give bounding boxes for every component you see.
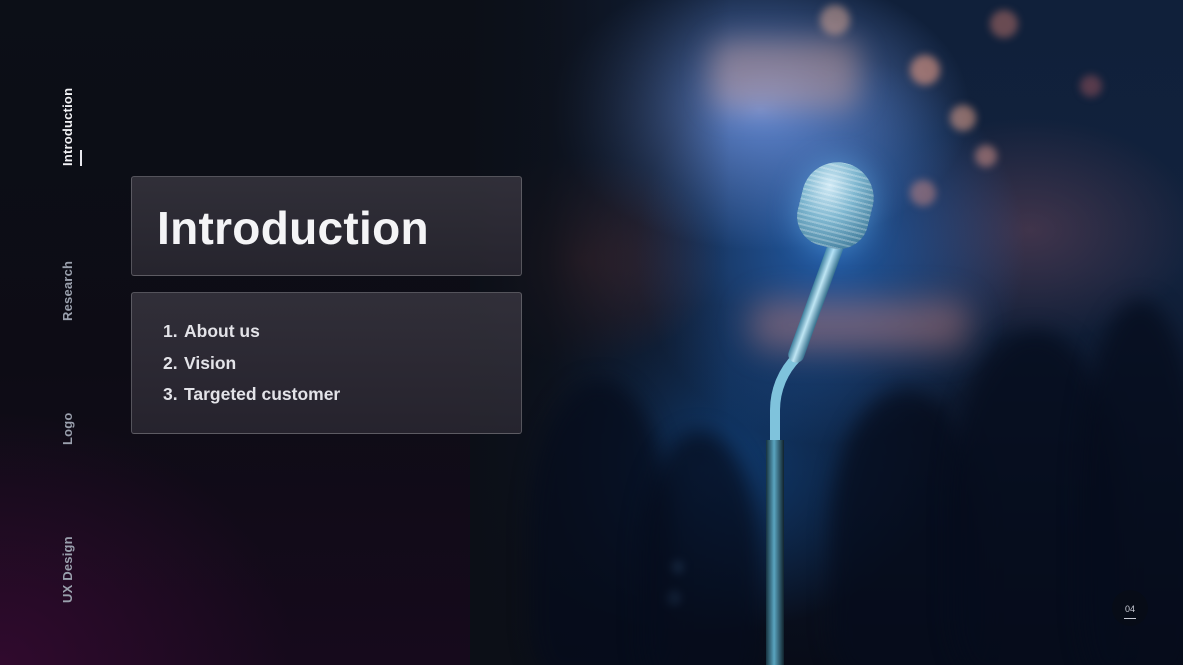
nav-item-ux-design[interactable]: UX Design <box>60 536 75 603</box>
nav-item-introduction[interactable]: Introduction <box>60 88 75 166</box>
presentation-slide: Introduction Research Logo UX Design Int… <box>0 0 1183 665</box>
list-item: 1. About us <box>163 319 340 351</box>
concert-microphone-photo <box>470 0 1183 665</box>
microphone-icon <box>790 154 882 256</box>
stage-light <box>820 5 850 35</box>
crowd-silhouette <box>640 430 760 665</box>
list-item-number: 1. <box>163 321 178 341</box>
nav-item-logo[interactable]: Logo <box>60 412 75 445</box>
active-nav-indicator <box>80 150 82 166</box>
mic-stand-pole <box>766 440 784 665</box>
stage-light <box>910 180 936 206</box>
list-item: 3. Targeted customer <box>163 382 340 414</box>
list-item-text: Vision <box>184 352 237 373</box>
stage-light <box>975 145 997 167</box>
title-card: Introduction <box>131 176 522 276</box>
stage-light <box>950 105 976 131</box>
page-number-badge: 04 <box>1112 590 1148 626</box>
stage-light <box>710 40 860 110</box>
list-item-number: 3. <box>163 384 178 404</box>
page-number-underline <box>1124 618 1136 619</box>
list-item-text: About us <box>184 321 260 341</box>
list-item: 2. Vision <box>163 351 340 383</box>
agenda-list: 1. About us 2. Vision 3. Targeted customer <box>163 319 340 414</box>
list-item-text: Targeted customer <box>184 384 341 404</box>
stage-light <box>990 10 1018 38</box>
stage-light <box>910 55 940 85</box>
slide-title: Introduction <box>157 202 429 254</box>
stage-light <box>1080 75 1102 97</box>
list-item-number: 2. <box>163 352 178 373</box>
nav-item-research[interactable]: Research <box>60 261 75 321</box>
mic-stand-curve <box>770 330 870 480</box>
page-number: 04 <box>1124 604 1135 614</box>
agenda-card: 1. About us 2. Vision 3. Targeted customer <box>131 292 522 434</box>
